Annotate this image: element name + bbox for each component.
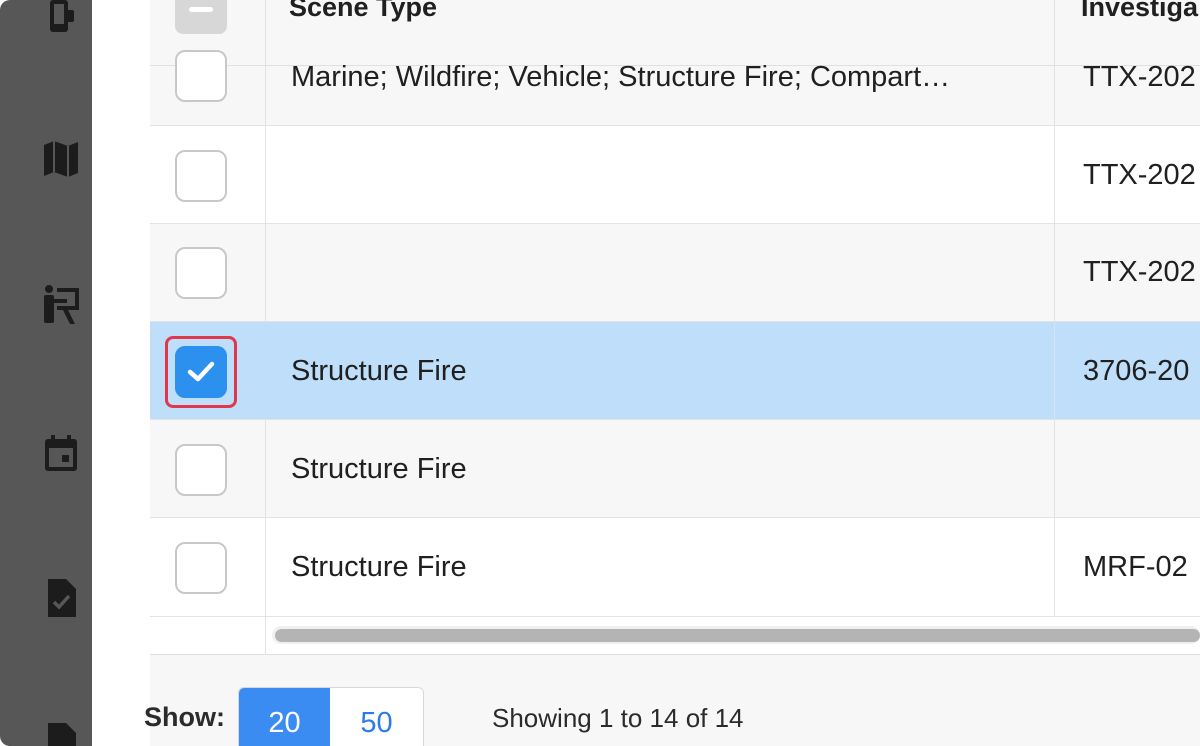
scene-type-cell: Structure Fire (291, 453, 467, 485)
page-size-50-button[interactable]: 50 (330, 688, 423, 746)
table-row[interactable]: TTX-202 (150, 126, 1200, 224)
column-divider[interactable] (1054, 0, 1055, 65)
investigation-cell: TTX-202 (1083, 256, 1196, 288)
document-icon[interactable] (40, 722, 82, 746)
table-row[interactable]: TTX-202 (150, 224, 1200, 322)
column-divider (1054, 322, 1055, 419)
column-divider (1054, 126, 1055, 223)
show-label: Show: (144, 702, 225, 732)
row-checkbox[interactable] (175, 50, 227, 102)
horizontal-scrollbar-area (150, 617, 1200, 655)
phone-icon[interactable] (40, 0, 82, 38)
grid-footer: Show: 20 50 Showing 1 to 14 of 14 (144, 655, 1200, 746)
scene-type-cell: Marine; Wildfire; Vehicle; Structure Fir… (291, 61, 951, 93)
column-divider (265, 66, 266, 125)
column-divider (265, 420, 266, 517)
column-divider (265, 224, 266, 321)
scene-type-cell: Structure Fire (291, 355, 467, 387)
table-row[interactable]: Structure Fire (150, 420, 1200, 518)
scene-type-cell: Structure Fire (291, 551, 467, 583)
page-size-20-button[interactable]: 20 (239, 688, 330, 746)
row-checkbox-checked[interactable] (175, 346, 227, 398)
column-divider (265, 617, 266, 654)
column-header-scene-type[interactable]: Scene Type (289, 0, 437, 23)
row-checkbox[interactable] (175, 542, 227, 594)
investigation-cell: 3706-20 (1083, 355, 1190, 387)
document-check-icon[interactable] (40, 578, 82, 620)
row-checkbox[interactable] (175, 247, 227, 299)
data-grid: Scene Type Investiga Marine; Wildfire; V… (150, 0, 1200, 655)
table-row-selected[interactable]: Structure Fire 3706-20 (150, 322, 1200, 420)
row-checkbox[interactable] (175, 444, 227, 496)
investigation-cell: TTX-202 (1083, 159, 1196, 191)
calendar-icon[interactable] (40, 433, 82, 475)
scrollbar-thumb[interactable] (275, 629, 1200, 642)
gutter (92, 0, 150, 746)
column-divider (265, 126, 266, 223)
column-header-investigation[interactable]: Investiga (1081, 0, 1198, 23)
pagination-summary: Showing 1 to 14 of 14 (492, 703, 744, 733)
presenter-icon[interactable] (40, 284, 82, 326)
sidebar (0, 0, 92, 746)
table-row[interactable]: Marine; Wildfire; Vehicle; Structure Fir… (150, 50, 1200, 126)
column-divider (1054, 66, 1055, 125)
map-icon[interactable] (40, 138, 82, 180)
column-divider (265, 0, 266, 65)
column-divider (1054, 420, 1055, 517)
select-all-checkbox[interactable] (175, 0, 227, 34)
checkmark-icon (177, 348, 225, 396)
table-row[interactable]: Structure Fire MRF-02 (150, 518, 1200, 617)
investigation-cell: MRF-02 (1083, 551, 1188, 583)
column-divider (1054, 224, 1055, 321)
grid-header: Scene Type Investiga (150, 0, 1200, 66)
column-divider (1054, 518, 1055, 616)
column-divider (265, 518, 266, 616)
investigation-cell: TTX-202 (1083, 61, 1196, 93)
row-checkbox[interactable] (175, 150, 227, 202)
page-size-selector: 20 50 (238, 687, 424, 746)
app-window: Scene Type Investiga Marine; Wildfire; V… (0, 0, 1200, 746)
